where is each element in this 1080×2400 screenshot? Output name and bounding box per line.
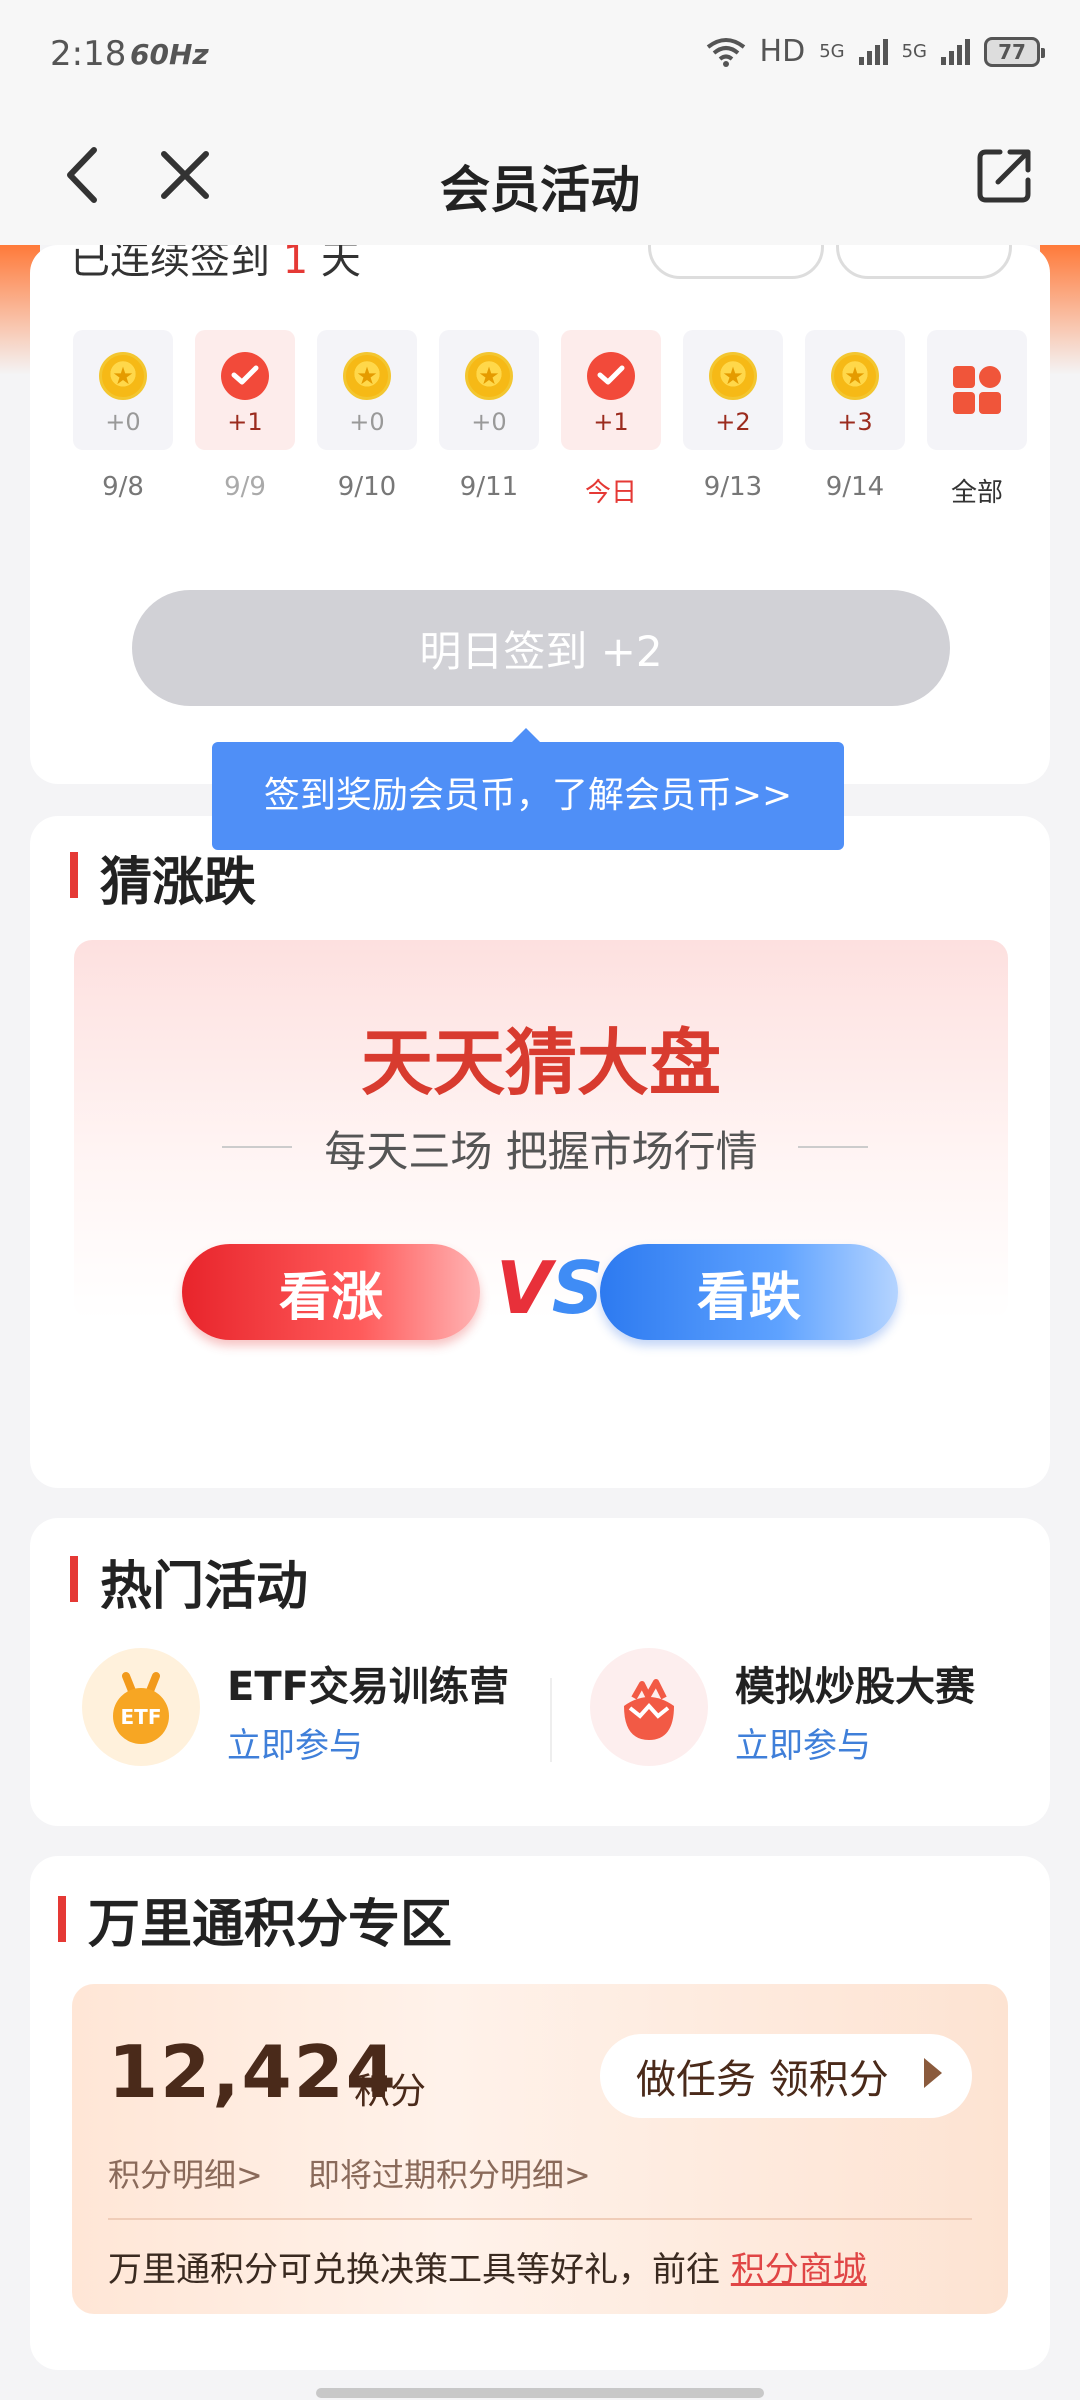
- points-mall-link[interactable]: 积分商城: [731, 2250, 867, 2290]
- points-card: 万里通积分专区 12,424 积分 做任务 领积分 积分明细> 即将过期积分明细…: [30, 1856, 1050, 2370]
- network-label: HD: [759, 34, 806, 69]
- sim2-label: 5G: [901, 41, 927, 62]
- hot-activities-card: 热门活动 ETF ETF交易训练营 立即参与 模拟炒股大赛 立即参与: [30, 1518, 1050, 1826]
- signal-icon: [941, 38, 970, 65]
- join-link[interactable]: 立即参与: [735, 1718, 871, 1767]
- egg-chick-icon: [590, 1648, 708, 1766]
- points-note: 万里通积分可兑换决策工具等好礼，前往 积分商城: [108, 2250, 867, 2290]
- coin-icon: [709, 352, 757, 400]
- coin-icon: [343, 352, 391, 400]
- points-panel: 12,424 积分 做任务 领积分 积分明细> 即将过期积分明细> 万里通积分可…: [72, 1984, 1008, 2314]
- section-marker: [70, 852, 78, 898]
- checkin-card: 已连续签到 1 天 +0 9/8 +1 9/9 +0 9/10 +0 9/11 …: [30, 245, 1050, 784]
- banner-title: 天天猜大盘: [360, 1021, 721, 1105]
- earn-points-button[interactable]: 做任务 领积分: [600, 2034, 972, 2118]
- chevron-right-icon: [924, 2058, 942, 2088]
- join-link[interactable]: 立即参与: [227, 1718, 363, 1767]
- day-item-today[interactable]: +1 今日: [550, 330, 672, 509]
- page-title: 会员活动: [440, 161, 640, 219]
- nav-bar: 会员活动: [0, 110, 1080, 245]
- battery-icon: 77: [984, 36, 1045, 67]
- expiring-points-link[interactable]: 即将过期积分明细>: [308, 2150, 591, 2196]
- coin-icon: [465, 352, 513, 400]
- day-item[interactable]: +0 9/10: [306, 330, 428, 509]
- home-indicator[interactable]: [316, 2388, 764, 2398]
- medal-icon: ETF: [82, 1648, 200, 1766]
- day-item[interactable]: +1 9/9: [184, 330, 306, 509]
- day-item[interactable]: +0 9/8: [62, 330, 184, 509]
- banner-subtitle: 每天三场 把握市场行情: [324, 1127, 758, 1176]
- section-marker: [58, 1896, 66, 1942]
- status-bar: 2:18 60Hz HD 5G 5G 77: [0, 0, 1080, 110]
- svg-text:ETF: ETF: [121, 1705, 162, 1729]
- signal-icon: [858, 38, 888, 65]
- status-icons: HD 5G 5G 77: [706, 34, 1045, 69]
- activity-stock-contest[interactable]: 模拟炒股大赛 立即参与: [590, 1648, 1030, 1768]
- streak-label: 已连续签到: [70, 245, 270, 283]
- rule-button[interactable]: [648, 245, 824, 279]
- wifi-icon: [706, 37, 745, 67]
- checkin-days: +0 9/8 +1 9/9 +0 9/10 +0 9/11 +1 今日 +2 9…: [62, 330, 1038, 509]
- section-title: 热门活动: [100, 1557, 309, 1617]
- refresh-rate: 60Hz: [130, 38, 209, 71]
- bearish-button[interactable]: 看跌: [600, 1244, 898, 1340]
- grid-icon: [953, 366, 1001, 414]
- day-item[interactable]: +0 9/11: [428, 330, 550, 509]
- coin-tooltip[interactable]: 签到奖励会员币，了解会员币>>: [212, 728, 844, 850]
- section-title: 万里通积分专区: [88, 1895, 453, 1955]
- all-days-button[interactable]: 全部: [916, 330, 1038, 509]
- reminder-button[interactable]: [836, 245, 1012, 279]
- check-icon: [587, 352, 635, 400]
- bullish-button[interactable]: 看涨: [182, 1244, 480, 1340]
- status-time: 2:18: [50, 34, 127, 74]
- coin-icon: [99, 352, 147, 400]
- guess-card: 猜涨跌 天天猜大盘 每天三场 把握市场行情 看涨 VS 看跌: [30, 816, 1050, 1488]
- day-item[interactable]: +2 9/13: [672, 330, 794, 509]
- section-marker: [70, 1556, 78, 1602]
- points-unit: 积分: [354, 2071, 427, 2112]
- checkin-summary: 已连续签到 1 天: [30, 245, 1050, 290]
- activity-etf[interactable]: ETF ETF交易训练营 立即参与: [82, 1648, 522, 1768]
- day-item[interactable]: +3 9/14: [794, 330, 916, 509]
- vs-icon: VS: [496, 1246, 604, 1330]
- check-icon: [221, 352, 269, 400]
- coin-icon: [831, 352, 879, 400]
- points-detail-link[interactable]: 积分明细>: [108, 2150, 263, 2196]
- sign-in-button[interactable]: 明日签到 +2: [132, 590, 950, 706]
- sim1-label: 5G: [819, 41, 845, 62]
- share-icon[interactable]: [970, 140, 1040, 210]
- streak-unit: 天: [320, 245, 361, 283]
- section-title: 猜涨跌: [100, 853, 257, 913]
- streak-count: 1: [282, 245, 309, 283]
